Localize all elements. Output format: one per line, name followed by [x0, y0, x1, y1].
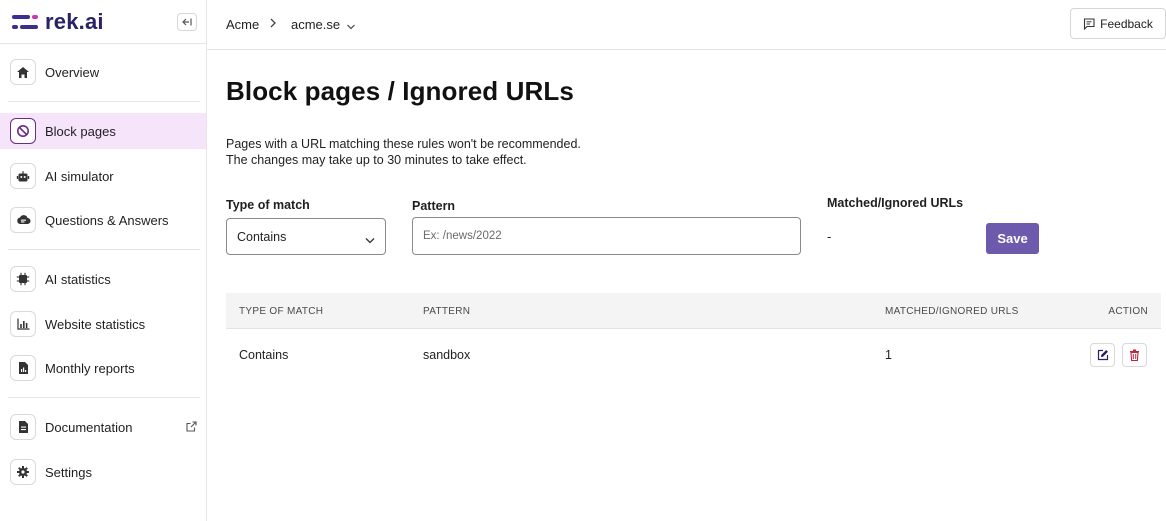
chevron-right-icon [269, 17, 277, 32]
brand-mark-icon [12, 13, 38, 31]
feedback-button[interactable]: Feedback [1070, 8, 1166, 39]
sidebar: rek.ai Overview Block pages AI simulator… [0, 0, 207, 521]
sidebar-item-block-pages[interactable]: Block pages [0, 113, 206, 149]
feedback-label: Feedback [1100, 16, 1153, 31]
sidebar-item-overview[interactable]: Overview [0, 54, 206, 90]
column-header-matched: MATCHED/IGNORED URLS [885, 306, 1019, 317]
sidebar-item-label: Block pages [45, 123, 116, 139]
sidebar-item-label: Questions & Answers [45, 212, 169, 228]
sidebar-item-label: Documentation [45, 419, 133, 435]
chevron-down-icon [365, 233, 375, 247]
cell-type: Contains [239, 348, 289, 362]
sidebar-item-ai-simulator[interactable]: AI simulator [0, 158, 206, 194]
pattern-label: Pattern [412, 199, 456, 213]
breadcrumb-site[interactable]: acme.se [291, 17, 340, 32]
sidebar-item-website-statistics[interactable]: Website statistics [0, 306, 206, 342]
gear-icon [10, 459, 36, 485]
delete-icon [1130, 349, 1139, 361]
type-of-match-value: Contains [237, 229, 287, 244]
sidebar-item-monthly-reports[interactable]: Monthly reports [0, 350, 206, 386]
sidebar-item-label: AI simulator [45, 168, 114, 184]
divider [8, 101, 200, 102]
sidebar-item-documentation[interactable]: Documentation [0, 409, 206, 445]
column-header-action: ACTION [1108, 306, 1148, 317]
home-icon [10, 59, 36, 85]
matched-urls-label: Matched/Ignored URLs [827, 196, 964, 210]
chevron-down-icon[interactable] [346, 19, 356, 34]
document-icon [10, 414, 36, 440]
sidebar-item-label: Website statistics [45, 316, 146, 332]
divider [8, 249, 200, 250]
sidebar-item-label: Settings [45, 464, 92, 480]
sidebar-item-ai-statistics[interactable]: AI statistics [0, 261, 206, 297]
page-title: Block pages / Ignored URLs [226, 76, 574, 106]
matched-urls-value: - [827, 229, 832, 244]
collapse-sidebar-button[interactable] [177, 13, 197, 31]
column-header-type: TYPE OF MATCH [239, 306, 324, 317]
sidebar-item-label: AI statistics [45, 271, 111, 287]
cell-matched: 1 [885, 348, 892, 362]
type-of-match-label: Type of match [226, 198, 310, 212]
cell-pattern: sandbox [423, 348, 471, 362]
report-icon [10, 355, 36, 381]
breadcrumb-organization[interactable]: Acme [226, 17, 259, 32]
block-icon [10, 118, 36, 144]
chip-icon [10, 266, 36, 292]
save-button[interactable]: Save [986, 223, 1039, 254]
divider [0, 43, 207, 44]
brand-name: rek.ai [45, 9, 104, 34]
edit-icon [1097, 349, 1108, 361]
sidebar-item-label: Overview [45, 64, 100, 80]
table-row: Contains sandbox 1 [226, 330, 1161, 380]
bar-chart-icon [10, 311, 36, 337]
pattern-input[interactable] [412, 217, 801, 255]
sidebar-item-questions-answers[interactable]: Questions & Answers [0, 202, 206, 238]
table-header: TYPE OF MATCH PATTERN MATCHED/IGNORED UR… [226, 293, 1161, 329]
brand-logo[interactable]: rek.ai [12, 9, 104, 34]
sidebar-item-label: Monthly reports [45, 360, 135, 376]
column-header-pattern: PATTERN [423, 306, 471, 317]
description-line-2: The changes may take up to 30 minutes to… [226, 153, 527, 167]
external-link-icon [186, 420, 197, 435]
robot-icon [10, 163, 36, 189]
cloud-chat-icon [10, 207, 36, 233]
topbar: Acme acme.se Feedback [207, 0, 1166, 50]
message-icon [1084, 17, 1095, 30]
sidebar-item-settings[interactable]: Settings [0, 454, 206, 490]
divider [8, 397, 200, 398]
description-line-1: Pages with a URL matching these rules wo… [226, 137, 581, 151]
collapse-sidebar-icon [182, 18, 192, 26]
type-of-match-select[interactable]: Contains [226, 218, 386, 255]
delete-button[interactable] [1122, 343, 1147, 367]
edit-button[interactable] [1090, 343, 1115, 367]
